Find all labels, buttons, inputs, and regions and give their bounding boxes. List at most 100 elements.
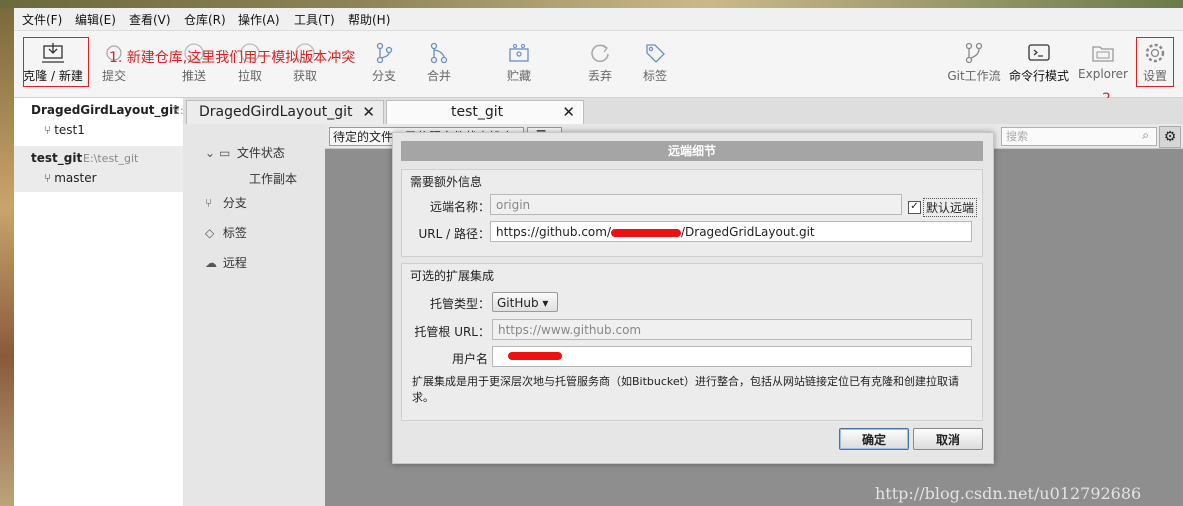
terminal-button[interactable]: 命令行模式 [1007, 37, 1071, 91]
stash-icon [509, 44, 529, 62]
menu-actions[interactable]: 操作(A) [238, 11, 280, 28]
cancel-button[interactable]: 取消 [913, 428, 983, 450]
url-label: URL / 路径： [418, 227, 490, 241]
integration-description: 扩展集成是用于更深层次地与托管服务商（如Bitbucket）进行整合，包括从网站… [412, 375, 959, 404]
nav-remotes[interactable]: ☁ 远程 [205, 254, 247, 271]
group-title: 需要额外信息 [410, 175, 483, 189]
host-type-label: 托管类型： [429, 297, 490, 311]
search-input[interactable]: 搜索 [1001, 127, 1157, 146]
explorer-button[interactable]: Explorer [1073, 37, 1133, 91]
commit-label: 提交 [101, 69, 126, 83]
git-flow-label: Git工作流 [947, 69, 1001, 83]
menu-tools[interactable]: 工具(T) [294, 11, 335, 28]
nav-remotes-label: 远程 [222, 256, 247, 270]
ok-button[interactable]: 确定 [839, 428, 909, 450]
redaction-mark [610, 228, 681, 237]
branch-name: master [54, 171, 97, 185]
tab-label: test_git [451, 104, 504, 120]
menu-help[interactable]: 帮助(H) [348, 11, 390, 28]
close-icon[interactable]: ✕ [562, 103, 575, 121]
branch-icon [376, 42, 393, 64]
host-type-select[interactable]: GitHub ▾ [492, 292, 558, 312]
repo-tabs: DragedGirdLayout_git ✕ test_git ✕ [183, 98, 1183, 125]
terminal-icon [1028, 44, 1050, 61]
tab-label: DragedGirdLayout_git [199, 104, 353, 120]
menu-repository[interactable]: 仓库(R) [184, 11, 226, 28]
annotation-box-clone [23, 37, 89, 87]
nav-working-copy[interactable]: 工作副本 [249, 170, 297, 187]
sidebar-nav: ⌄ ▭ 文件状态 工作副本 ⑂ 分支 ◇ 标签 ☁ 远程 [183, 124, 325, 506]
nav-tags-label: 标签 [222, 226, 247, 240]
search-icon: ⌕ [1142, 128, 1149, 142]
repo-item[interactable]: DragedGirdLayout_git E: ⑂ test1 [14, 98, 184, 144]
repo-name: test_git [31, 151, 83, 165]
host-type-value: GitHub [497, 296, 539, 310]
fetch-label: 获取 [292, 69, 317, 83]
tag-icon [646, 44, 665, 63]
tag-icon: ◇ [205, 226, 215, 240]
tag-button[interactable]: 标签 [627, 37, 683, 91]
git-flow-icon [965, 42, 983, 64]
watermark: http://blog.csdn.net/u012792686 [875, 484, 1142, 503]
monitor-icon: ▭ [219, 146, 231, 160]
menu-file[interactable]: 文件(F) [22, 11, 62, 28]
branch-button[interactable]: 分支 [356, 37, 412, 91]
nav-branches[interactable]: ⑂ 分支 [205, 194, 247, 211]
branch-label: 分支 [371, 69, 396, 83]
branch-name: test1 [54, 123, 85, 137]
remote-name-field[interactable]: origin [490, 194, 902, 215]
repo-branch: ⑂ master [44, 171, 97, 185]
repo-item[interactable]: test_git E:\test_git ⑂ master [14, 146, 183, 192]
annotation-box-settings [1136, 37, 1174, 87]
branch-icon: ⑂ [44, 123, 52, 137]
desktop-background [0, 0, 1183, 8]
nav-file-status[interactable]: ⌄ ▭ 文件状态 [205, 144, 285, 161]
username-field[interactable] [492, 346, 972, 367]
nav-branches-label: 分支 [222, 196, 247, 210]
tab-test-git[interactable]: test_git ✕ [386, 100, 584, 125]
tab-dragedgirdlayout[interactable]: DragedGirdLayout_git ✕ [186, 100, 384, 125]
default-remote-label: 默认远端 [923, 198, 978, 217]
pull-label: 拉取 [237, 69, 262, 83]
push-label: 推送 [181, 69, 206, 83]
username-label: 用户名 [451, 352, 488, 366]
discard-icon [591, 44, 609, 63]
nav-tags[interactable]: ◇ 标签 [205, 224, 247, 241]
remote-name-label: 远端名称： [429, 200, 490, 214]
explorer-label: Explorer [1078, 67, 1128, 81]
menu-view[interactable]: 查看(V) [129, 11, 171, 28]
repository-list: DragedGirdLayout_git E: ⑂ test1 test_git … [14, 98, 184, 506]
merge-button[interactable]: 合并 [411, 37, 467, 91]
cloud-icon: ☁ [205, 256, 217, 270]
host-root-label: 托管根 URL： [414, 325, 490, 339]
gear-icon[interactable]: ⚙ [1159, 126, 1181, 148]
default-remote-checkbox[interactable]: ✓ [908, 201, 921, 214]
repo-branch: ⑂ test1 [44, 123, 85, 137]
redaction-mark [508, 352, 562, 360]
repo-path: E:\test_git [83, 152, 139, 165]
host-root-field[interactable]: https://www.github.com [492, 319, 972, 340]
nav-file-status-label: 文件状态 [236, 146, 285, 160]
branch-icon: ⑂ [205, 196, 213, 210]
branch-icon: ⑂ [44, 171, 52, 185]
merge-label: 合并 [426, 69, 451, 83]
url-field[interactable]: https://github.com/ /DragedGridLayout.git [490, 221, 972, 242]
git-flow-button[interactable]: Git工作流 [944, 37, 1004, 91]
terminal-label: 命令行模式 [1008, 69, 1069, 83]
menu-bar: 文件(F) 编辑(E) 查看(V) 仓库(R) 操作(A) 工具(T) 帮助(H… [14, 8, 1183, 31]
stash-button[interactable]: 贮藏 [491, 37, 547, 91]
stash-label: 贮藏 [506, 69, 531, 83]
discard-button[interactable]: 丢弃 [572, 37, 628, 91]
menu-edit[interactable]: 编辑(E) [75, 11, 116, 28]
toolbar: 克隆 / 新建 提交 推送 拉取 获取 分支 合并 贮藏 丢弃 标签 Git工作… [14, 31, 1183, 98]
annotation-note-1: 1. 新建仓库,这里我们用于模拟版本冲突 [109, 50, 356, 66]
merge-icon [430, 42, 448, 64]
dialog-title: 远端细节 [401, 141, 983, 161]
tag-label: 标签 [642, 69, 667, 83]
url-suffix: /DragedGridLayout.git [680, 225, 815, 239]
discard-label: 丢弃 [587, 69, 612, 83]
chevron-down-icon: ⌄ [205, 146, 216, 160]
folder-icon [1092, 46, 1114, 62]
close-icon[interactable]: ✕ [362, 103, 375, 121]
remote-details-dialog: 远端细节 需要额外信息 远端名称： origin ✓ 默认远端 URL / 路径… [392, 132, 994, 464]
